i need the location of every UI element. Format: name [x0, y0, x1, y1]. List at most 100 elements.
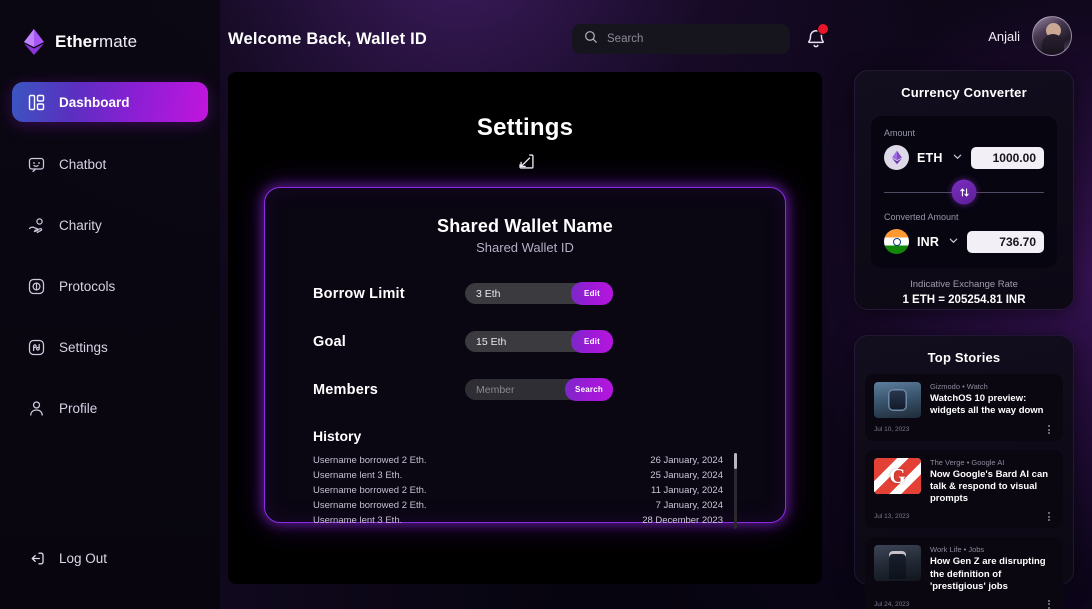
field-label: Members	[313, 381, 379, 398]
story-headline: Now Google's Bard AI can talk & respond …	[930, 469, 1049, 505]
members-input[interactable]: Member Search	[465, 378, 613, 401]
history-date: 11 January, 2024	[650, 485, 723, 496]
ethereum-coin-icon	[884, 145, 909, 170]
history-text: Username borrowed 2 Eth.	[313, 500, 427, 511]
wallet-id: Shared Wallet ID	[476, 240, 574, 255]
chevron-down-icon[interactable]	[952, 149, 963, 167]
field-placeholder: Member	[476, 383, 515, 396]
stories-title: Top Stories	[927, 350, 1001, 365]
story-date: Jul 10, 2023	[874, 426, 910, 433]
google-logo: G	[889, 463, 906, 488]
story-text: Work Life • Jobs How Gen Z are disruptin…	[930, 545, 1054, 592]
history-row: Username lent 3 Eth. 25 January, 2024	[313, 468, 737, 483]
converter-box: Amount ETH 1000.00 Converted Amount INR …	[871, 116, 1057, 268]
from-currency-row: ETH 1000.00	[884, 145, 1044, 170]
from-amount-input[interactable]: 1000.00	[970, 146, 1044, 169]
search-icon	[584, 30, 598, 49]
settings-square-icon	[28, 339, 45, 356]
to-currency-row: INR 736.70	[884, 229, 1044, 254]
notification-badge	[817, 23, 829, 35]
search-member-button[interactable]: Search	[565, 378, 613, 401]
brand-name-bold: Ether	[55, 32, 99, 51]
field-label: Goal	[313, 333, 347, 350]
person-icon	[28, 400, 45, 417]
history-text: Username lent 3 Eth.	[313, 515, 403, 526]
history-date: 7 January, 2024	[655, 500, 723, 511]
story-content: G The Verge • Google AI Now Google's Bar…	[874, 458, 1054, 505]
history-row: Username borrowed 2 Eth. 26 January, 202…	[313, 453, 737, 468]
edit-goal-button[interactable]: Edit	[571, 330, 613, 353]
sidebar-item-profile[interactable]: Profile	[12, 389, 208, 427]
brand: Ethermate	[0, 0, 220, 56]
protocol-circle-icon	[28, 278, 45, 295]
story-thumbnail: G	[874, 458, 921, 494]
sidebar-item-label: Chatbot	[59, 156, 107, 172]
story-item[interactable]: G The Verge • Google AI Now Google's Bar…	[865, 450, 1063, 529]
kebab-menu-icon[interactable]	[1044, 423, 1054, 436]
history-scrollbar[interactable]	[734, 453, 737, 529]
story-source: Gizmodo • Watch	[930, 382, 988, 391]
sidebar-item-label: Protocols	[59, 278, 116, 294]
story-headline: How Gen Z are disrupting the definition …	[930, 556, 1046, 592]
exchange-rate-label: Indicative Exchange Rate	[910, 279, 1018, 290]
top-stories-panel: Top Stories Gizmodo • Watch WatchOS 10 p…	[854, 335, 1074, 609]
story-date: Jul 24, 2023	[874, 600, 910, 608]
exchange-rate-value: 1 ETH = 205254.81 INR	[902, 294, 1026, 306]
logout-arrow-icon	[28, 550, 45, 567]
logout-button[interactable]: Log Out	[12, 541, 123, 575]
history-scrollbar-thumb[interactable]	[734, 453, 737, 469]
sidebar-item-dashboard[interactable]: Dashboard	[12, 82, 208, 122]
story-date: Jul 13, 2023	[874, 513, 910, 521]
history-row: Username borrowed 2 Eth. 7 January, 2024	[313, 498, 737, 513]
field-value: 15 Eth	[476, 335, 507, 348]
sidebar-item-chatbot[interactable]: Chatbot	[12, 145, 208, 183]
wallet-settings-form: Borrow Limit 3 Eth Edit Goal 15 Eth Edit…	[265, 279, 785, 404]
chevron-down-icon[interactable]	[948, 233, 959, 251]
history-row: Username lent 3 Eth. 28 December 2023	[313, 513, 737, 528]
swap-divider	[884, 179, 1044, 205]
sidebar-item-charity[interactable]: Charity	[12, 206, 208, 244]
to-amount-input[interactable]: 736.70	[967, 230, 1044, 253]
hand-coin-icon	[28, 217, 45, 234]
history-text: Username lent 3 Eth.	[313, 470, 403, 481]
sidebar: Ethermate Dashboard Chatbot Charity Prot…	[0, 0, 220, 609]
search-placeholder: Search	[607, 33, 644, 45]
sidebar-item-protocols[interactable]: Protocols	[12, 267, 208, 305]
story-text: Gizmodo • Watch WatchOS 10 preview: widg…	[930, 382, 1054, 418]
sidebar-item-settings[interactable]: Settings	[12, 328, 208, 366]
borrow-limit-input[interactable]: 3 Eth Edit	[465, 282, 613, 305]
ethereum-diamond-icon	[22, 28, 46, 56]
history-text: Username borrowed 2 Eth.	[313, 455, 427, 466]
right-rail: Currency Converter Amount ETH 1000.00 Co…	[850, 0, 1092, 609]
india-flag-icon	[884, 229, 909, 254]
edit-borrow-limit-button[interactable]: Edit	[571, 282, 613, 305]
arrow-into-box-icon[interactable]	[228, 152, 822, 171]
chat-bubble-icon	[28, 156, 45, 173]
history-date: 28 December 2023	[642, 515, 723, 526]
history-title: History	[313, 428, 362, 444]
goal-input[interactable]: 15 Eth Edit	[465, 330, 613, 353]
swap-vertical-icon[interactable]	[951, 179, 977, 205]
from-currency-code: ETH	[917, 150, 943, 165]
notifications-button[interactable]	[804, 23, 830, 52]
shared-wallet-card: Shared Wallet Name Shared Wallet ID Borr…	[264, 187, 786, 529]
ashoka-chakra	[892, 237, 901, 246]
story-source: Work Life • Jobs	[930, 545, 985, 555]
kebab-menu-icon[interactable]	[1044, 510, 1054, 523]
wallet-name: Shared Wallet Name	[437, 216, 613, 236]
history-date: 26 January, 2024	[650, 455, 723, 466]
story-text: The Verge • Google AI Now Google's Bard …	[930, 458, 1054, 505]
story-item[interactable]: Gizmodo • Watch WatchOS 10 preview: widg…	[865, 374, 1063, 441]
kebab-menu-icon[interactable]	[1044, 598, 1054, 609]
story-item[interactable]: Work Life • Jobs How Gen Z are disruptin…	[865, 537, 1063, 609]
story-content: Gizmodo • Watch WatchOS 10 preview: widg…	[874, 382, 1054, 418]
sidebar-item-label: Settings	[59, 339, 108, 355]
search-input[interactable]: Search	[572, 24, 790, 54]
field-label: Borrow Limit	[313, 285, 405, 302]
form-row-borrow-limit: Borrow Limit 3 Eth Edit	[313, 279, 737, 308]
sidebar-item-label: Dashboard	[59, 94, 130, 110]
flag-stripes	[884, 229, 909, 254]
